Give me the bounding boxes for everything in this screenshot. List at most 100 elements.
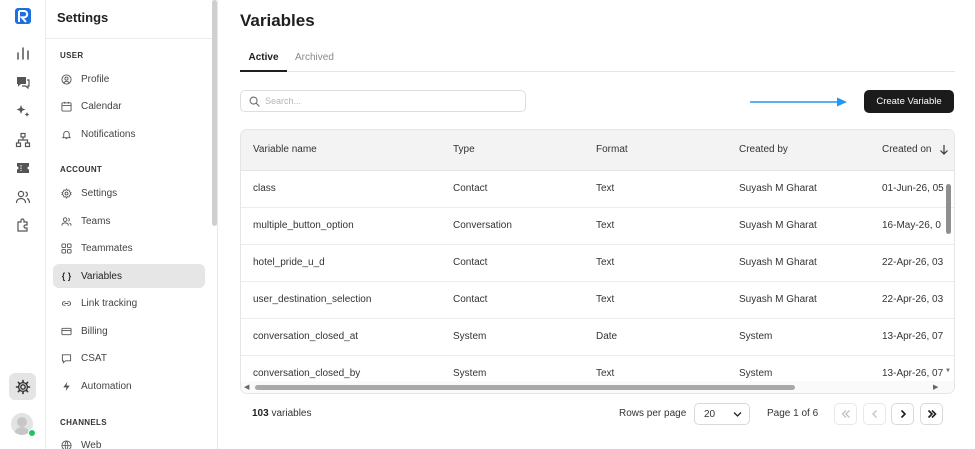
ai-sparkle-icon[interactable] — [12, 100, 34, 122]
sidebar-item-label: Billing — [81, 325, 108, 337]
settings-gear-icon[interactable] — [9, 373, 36, 400]
next-page-button[interactable] — [891, 403, 914, 425]
section-label-user: USER — [60, 51, 84, 60]
column-header-format[interactable]: Format — [596, 144, 628, 155]
sidebar-item-billing[interactable]: Billing — [53, 319, 205, 343]
sidebar-item-settings[interactable]: Settings — [53, 181, 205, 205]
cell-format: Text — [596, 294, 615, 305]
reports-icon[interactable] — [12, 42, 34, 64]
table-row[interactable]: hotel_pride_u_d Contact Text Suyash M Gh… — [241, 245, 954, 282]
variable-count-number: 103 — [252, 408, 269, 419]
table-row[interactable]: conversation_closed_at System Date Syste… — [241, 319, 954, 356]
sidebar-title: Settings — [57, 10, 109, 25]
cell-type: Contact — [453, 183, 488, 194]
cell-type: System — [453, 331, 487, 342]
link-icon — [61, 298, 72, 309]
cell-created-on: 22-Apr-26, 03 — [882, 257, 944, 268]
teammates-grid-icon — [61, 242, 72, 254]
cell-format: Text — [596, 220, 615, 231]
sidebar-scrollbar[interactable] — [212, 0, 217, 226]
column-header-created-on[interactable]: Created on — [882, 144, 931, 155]
first-page-button[interactable] — [834, 403, 857, 425]
sidebar-item-label: Profile — [81, 73, 110, 85]
table-vertical-scrollbar[interactable] — [946, 184, 951, 234]
tab-active[interactable]: Active — [240, 52, 287, 72]
scroll-down-arrow-icon[interactable]: ▼ — [945, 368, 951, 374]
cell-format: Text — [596, 368, 615, 379]
sidebar-item-notifications[interactable]: Notifications — [53, 122, 205, 146]
sidebar-item-label: Web — [81, 439, 102, 449]
pointer-arrow-icon — [750, 97, 847, 107]
previous-page-button[interactable] — [863, 403, 886, 425]
table-row[interactable]: multiple_button_option Conversation Text… — [241, 208, 954, 245]
globe-icon — [61, 439, 72, 449]
sidebar-item-label: Calendar — [81, 100, 122, 112]
rows-per-page-label: Rows per page — [619, 408, 687, 419]
tickets-icon[interactable] — [12, 157, 34, 179]
bell-icon — [61, 129, 72, 140]
sidebar-item-link-tracking[interactable]: Link tracking — [53, 291, 205, 315]
cell-created-by: Suyash M Gharat — [739, 183, 817, 194]
sidebar-item-csat[interactable]: CSAT — [53, 346, 205, 370]
sidebar-item-label: Settings — [81, 187, 118, 199]
sidebar-item-label: Teams — [81, 215, 111, 227]
section-label-account: ACCOUNT — [60, 165, 103, 174]
sidebar-item-label: Notifications — [81, 128, 136, 140]
search-input[interactable] — [265, 96, 515, 106]
sort-descending-icon[interactable] — [939, 144, 949, 156]
cell-created-by: Suyash M Gharat — [739, 294, 817, 305]
contacts-icon[interactable] — [12, 186, 34, 208]
search-box — [240, 90, 526, 112]
braces-icon: { } — [61, 271, 72, 281]
column-header-created-by[interactable]: Created by — [739, 144, 788, 155]
sidebar-item-label: CSAT — [81, 352, 107, 364]
sidebar-item-label: Link tracking — [81, 297, 138, 309]
cell-created-on: 16-May-26, 0 — [882, 220, 941, 231]
sidebar-item-label: Teammates — [81, 242, 133, 254]
horizontal-scroll-thumb[interactable] — [255, 385, 795, 390]
chevron-right-icon — [900, 409, 906, 419]
table-row[interactable]: user_destination_selection Contact Text … — [241, 282, 954, 319]
create-variable-button[interactable]: Create Variable — [864, 90, 954, 113]
cell-variable-name: conversation_closed_by — [253, 368, 361, 379]
scroll-right-arrow-icon[interactable]: ▶ — [933, 383, 938, 391]
cell-created-by: System — [739, 331, 773, 342]
sidebar-item-automation[interactable]: Automation — [53, 374, 205, 398]
cell-variable-name: conversation_closed_at — [253, 331, 359, 342]
sidebar-item-web[interactable]: Web — [53, 433, 205, 449]
column-header-type[interactable]: Type — [453, 144, 475, 155]
page-title: Variables — [240, 11, 315, 30]
cell-created-by: System — [739, 368, 773, 379]
cell-variable-name: hotel_pride_u_d — [253, 257, 325, 268]
app-logo-icon[interactable] — [14, 7, 32, 25]
chevron-left-icon — [871, 410, 877, 418]
lightning-icon — [61, 381, 72, 392]
variable-count: 103 variables — [252, 408, 312, 419]
inbox-icon[interactable] — [12, 71, 34, 93]
profile-icon — [61, 73, 72, 85]
chevron-down-icon — [733, 412, 742, 417]
sidebar-item-profile[interactable]: Profile — [53, 67, 205, 91]
variables-table: Variable name Type Format Created by Cre… — [240, 129, 955, 394]
scroll-left-arrow-icon[interactable]: ◀ — [244, 383, 249, 391]
sidebar-item-label: Variables — [81, 270, 122, 282]
cell-format: Date — [596, 331, 618, 342]
cell-format: Text — [596, 183, 615, 194]
cell-type: Conversation — [453, 220, 512, 231]
tab-archived[interactable]: Archived — [295, 52, 334, 72]
last-page-button[interactable] — [920, 403, 943, 425]
rows-per-page-select[interactable]: 20 — [694, 403, 750, 425]
tab-bar: Active Archived — [240, 50, 955, 72]
table-row[interactable]: class Contact Text Suyash M Gharat 01-Ju… — [241, 171, 954, 208]
integrations-icon[interactable] — [12, 214, 34, 236]
column-header-variable-name[interactable]: Variable name — [253, 144, 317, 155]
search-icon — [249, 96, 260, 107]
sidebar-item-calendar[interactable]: Calendar — [53, 94, 205, 118]
workflow-icon[interactable] — [12, 129, 34, 151]
sidebar-item-teammates[interactable]: Teammates — [53, 236, 205, 260]
double-chevron-left-icon — [841, 410, 850, 418]
sidebar-item-teams[interactable]: Teams — [53, 209, 205, 233]
sidebar-item-variables[interactable]: { } Variables — [53, 264, 205, 288]
table-horizontal-scrollbar[interactable]: ◀ ▶ — [241, 381, 954, 393]
page-indicator: Page 1 of 6 — [767, 408, 819, 419]
